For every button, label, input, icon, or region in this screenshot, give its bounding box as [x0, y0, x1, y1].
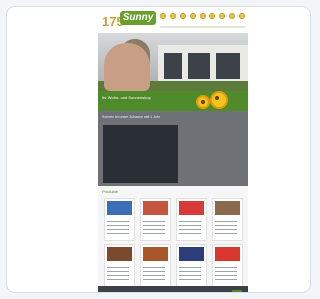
- text-line: [179, 229, 201, 230]
- nav-item[interactable]: [179, 13, 186, 19]
- product-tile[interactable]: [140, 198, 171, 241]
- text-line: [107, 275, 129, 276]
- hero-image: [98, 33, 248, 91]
- product-image: [107, 247, 132, 261]
- product-tile[interactable]: [176, 198, 207, 241]
- text-line: [215, 229, 237, 230]
- product-image: [143, 247, 168, 261]
- sunflower-icon: [210, 91, 228, 109]
- nav-divider: [160, 26, 245, 28]
- text-line: [143, 233, 165, 234]
- hero-banner: Ihr Wohn- und Sonnenshop: [98, 91, 248, 111]
- product-image: [179, 201, 204, 215]
- text-line: [179, 279, 201, 280]
- product-image: [215, 201, 240, 215]
- product-tile[interactable]: [212, 244, 243, 287]
- cookie-ok-button[interactable]: OK: [232, 290, 242, 292]
- text-line: [179, 221, 201, 222]
- text-line: [215, 221, 237, 222]
- text-line: [215, 271, 237, 272]
- video-section: Sonnen ist unser Zuhause seit 1 Jahr: [98, 111, 248, 186]
- video-player[interactable]: [103, 125, 178, 183]
- text-line: [143, 279, 165, 280]
- house-window: [216, 53, 240, 79]
- text-line: [107, 267, 129, 268]
- sunflower-icon: [196, 95, 210, 109]
- text-line: [143, 271, 165, 272]
- product-image: [143, 201, 168, 215]
- video-heading: Sonnen ist unser Zuhause seit 1 Jahr: [102, 115, 160, 119]
- nav-item[interactable]: [189, 13, 196, 19]
- nav-item[interactable]: [219, 13, 226, 19]
- site-header: 175 Sunny: [98, 7, 248, 33]
- house-window: [164, 53, 182, 79]
- text-line: [143, 229, 165, 230]
- product-tile[interactable]: [104, 198, 135, 241]
- text-line: [143, 225, 165, 226]
- nav-item[interactable]: [239, 13, 245, 19]
- nav-item[interactable]: [199, 13, 206, 19]
- screenshot-card: 175 Sunny Ihr Wohn- und Sonnenshop Sonne…: [6, 6, 311, 293]
- product-tile[interactable]: [176, 244, 207, 287]
- text-line: [107, 279, 129, 280]
- text-line: [143, 275, 165, 276]
- product-tile[interactable]: [140, 244, 171, 287]
- product-image: [107, 201, 132, 215]
- text-line: [107, 271, 129, 272]
- text-line: [179, 225, 201, 226]
- grid-heading: Produkte: [102, 189, 119, 194]
- cookie-banner: OK: [98, 286, 248, 292]
- text-line: [143, 267, 165, 268]
- text-line: [107, 225, 129, 226]
- text-line: [179, 233, 201, 234]
- text-line: [215, 267, 237, 268]
- hero-person: [104, 43, 150, 91]
- nav-item[interactable]: [169, 13, 176, 19]
- text-line: [107, 233, 129, 234]
- house-window: [188, 53, 210, 79]
- text-line: [179, 267, 201, 268]
- product-image: [215, 247, 240, 261]
- banner-title: Ihr Wohn- und Sonnenshop: [102, 95, 151, 100]
- nav-item[interactable]: [160, 13, 166, 19]
- nav-item[interactable]: [209, 13, 216, 19]
- logo-brand[interactable]: Sunny: [120, 11, 156, 25]
- product-image: [179, 247, 204, 261]
- main-nav: [160, 13, 245, 23]
- text-line: [179, 275, 201, 276]
- product-tile[interactable]: [104, 244, 135, 287]
- product-grid: Produkte: [98, 186, 248, 292]
- text-line: [215, 225, 237, 226]
- text-line: [215, 233, 237, 234]
- text-line: [143, 221, 165, 222]
- product-tile[interactable]: [212, 198, 243, 241]
- website-screenshot: 175 Sunny Ihr Wohn- und Sonnenshop Sonne…: [98, 7, 248, 292]
- text-line: [179, 271, 201, 272]
- nav-item[interactable]: [229, 13, 236, 19]
- text-line: [215, 275, 237, 276]
- text-line: [107, 229, 129, 230]
- text-line: [107, 221, 129, 222]
- text-line: [215, 279, 237, 280]
